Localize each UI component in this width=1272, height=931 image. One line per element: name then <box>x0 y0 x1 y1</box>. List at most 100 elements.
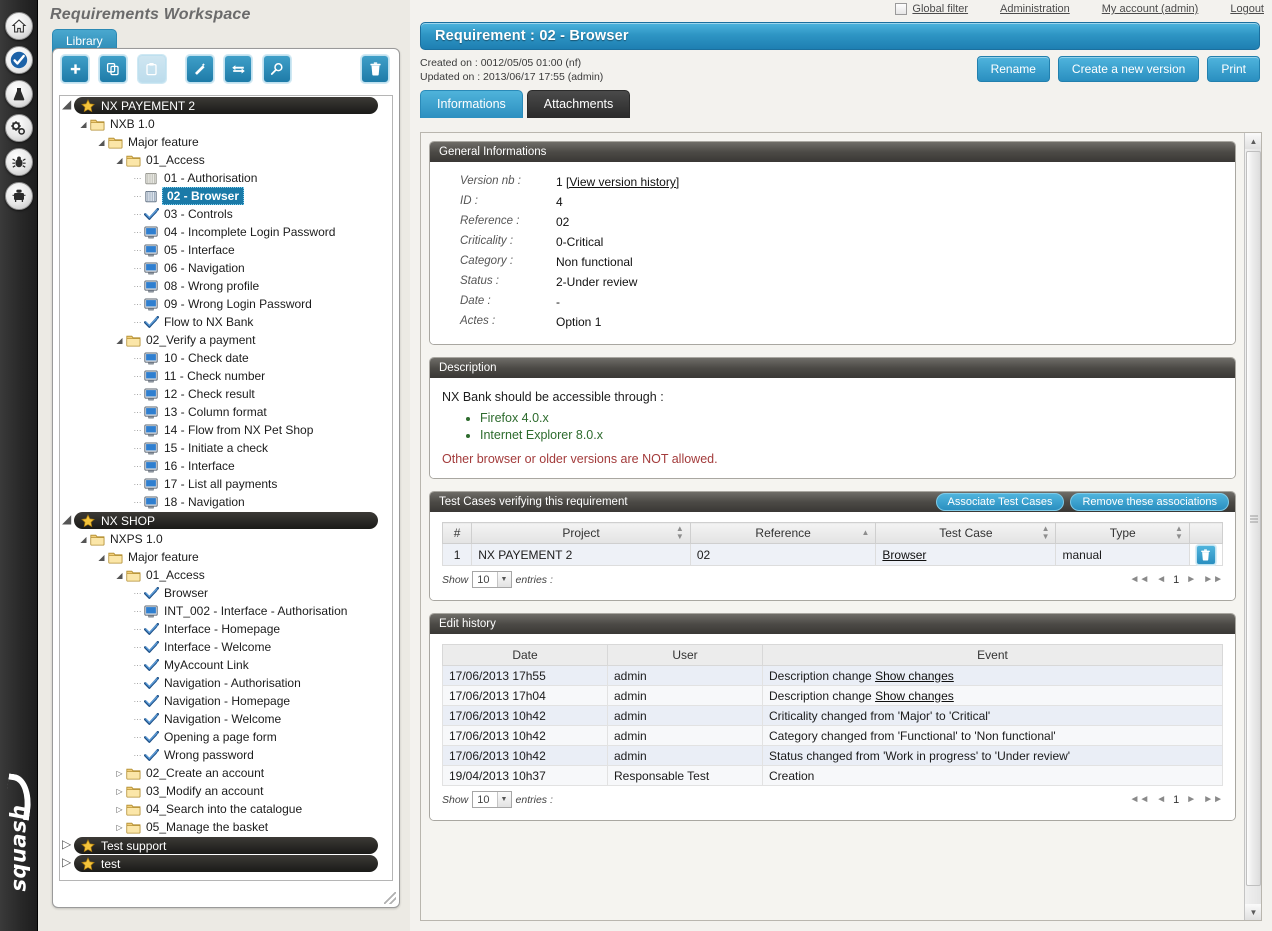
tree-requirement-node[interactable]: ⋯01 - Authorisation <box>60 169 392 187</box>
tree-resize-handle[interactable] <box>384 892 396 904</box>
tree-requirement-node[interactable]: ⋯02 - Browser <box>60 187 392 205</box>
paste-button[interactable] <box>138 55 166 83</box>
tree-node-label[interactable]: 06 - Navigation <box>162 261 247 275</box>
campaigns-icon[interactable] <box>5 114 33 142</box>
tree-expand-icon[interactable]: ▷ <box>114 764 125 782</box>
tree-folder-node[interactable]: ◢Major feature <box>60 548 392 566</box>
tree-node-label[interactable]: 13 - Column format <box>162 405 269 419</box>
tree-collapse-icon[interactable]: ◢ <box>114 331 125 349</box>
view-version-history-link[interactable]: [View version history] <box>566 175 679 189</box>
row-delete-button[interactable] <box>1196 545 1216 565</box>
tree-node-label[interactable]: Flow to NX Bank <box>162 315 255 329</box>
test-cases-column-header[interactable]: Project▲▼ <box>472 523 691 544</box>
tree-node-label[interactable]: Wrong password <box>162 748 256 762</box>
tree-node-label[interactable]: Major feature <box>126 135 201 149</box>
tree-collapse-icon[interactable]: ◢ <box>62 512 71 526</box>
administration-link[interactable]: Administration <box>1000 3 1070 15</box>
move-button[interactable] <box>224 55 252 83</box>
pager-first-icon[interactable]: ◄◄ <box>1129 794 1149 805</box>
tree-folder-node[interactable]: ▷05_Manage the basket <box>60 818 392 836</box>
tree-requirement-node[interactable]: ⋯11 - Check number <box>60 367 392 385</box>
tree-requirement-node[interactable]: ⋯04 - Incomplete Login Password <box>60 223 392 241</box>
tree-node-label[interactable]: MyAccount Link <box>162 658 251 672</box>
tree-node-label[interactable]: 03_Modify an account <box>144 784 265 798</box>
associate-test-cases-button[interactable]: Associate Test Cases <box>936 493 1065 511</box>
tree-requirement-node[interactable]: ⋯09 - Wrong Login Password <box>60 295 392 313</box>
show-changes-link[interactable]: Show changes <box>875 689 954 703</box>
tc-entries-select[interactable]: 10 ▼ <box>472 571 511 588</box>
tree-node-label[interactable]: Test support <box>99 839 168 853</box>
tree-node-label[interactable]: test <box>99 857 122 871</box>
eh-entries-select[interactable]: 10 ▼ <box>472 791 511 808</box>
tree-scroll-area[interactable]: ◢NX PAYEMENT 2◢NXB 1.0◢Major feature◢01_… <box>59 95 393 881</box>
add-button[interactable] <box>61 55 89 83</box>
pager-next-icon[interactable]: ► <box>1186 794 1196 805</box>
tree-requirement-node[interactable]: ⋯18 - Navigation <box>60 493 392 511</box>
tree-project-node[interactable]: NX SHOP <box>74 512 378 529</box>
tree-requirement-node[interactable]: ⋯Navigation - Authorisation <box>60 674 392 692</box>
tree-node-label[interactable]: Navigation - Authorisation <box>162 676 303 690</box>
tree-project-node[interactable]: NX PAYEMENT 2 <box>74 97 378 114</box>
tree-requirement-node[interactable]: ⋯03 - Controls <box>60 205 392 223</box>
test-cases-icon[interactable] <box>5 80 33 108</box>
tree-requirement-node[interactable]: ⋯13 - Column format <box>60 403 392 421</box>
tree-node-label[interactable]: 01_Access <box>144 153 207 167</box>
rename-requirement-button[interactable]: Rename <box>977 56 1050 82</box>
tree-node-label[interactable]: NX PAYEMENT 2 <box>99 99 197 113</box>
tree-requirement-node[interactable]: ⋯Opening a page form <box>60 728 392 746</box>
content-vertical-scrollbar[interactable]: ▲ ▼ <box>1244 133 1261 920</box>
tree-folder-node[interactable]: ▷04_Search into the catalogue <box>60 800 392 818</box>
tree-folder-node[interactable]: ▷ 02_Create an account <box>60 764 392 782</box>
pager-first-icon[interactable]: ◄◄ <box>1129 574 1149 585</box>
tree-requirement-node[interactable]: ⋯17 - List all payments <box>60 475 392 493</box>
tree-folder-node[interactable]: ◢02_Verify a payment <box>60 331 392 349</box>
my-account-link[interactable]: My account (admin) <box>1102 3 1199 15</box>
tree-collapse-icon[interactable]: ◢ <box>78 530 89 548</box>
scroll-up-arrow[interactable]: ▲ <box>1245 133 1262 149</box>
tree-node-label[interactable]: 04_Search into the catalogue <box>144 802 304 816</box>
scrollbar-thumb[interactable] <box>1246 151 1261 886</box>
tree-folder-node[interactable]: ◢ NXPS 1.0 <box>60 530 392 548</box>
pager-next-icon[interactable]: ► <box>1186 574 1196 585</box>
pager-page-number[interactable]: 1 <box>1173 574 1179 586</box>
tree-folder-node[interactable]: ◢Major feature <box>60 133 392 151</box>
table-row[interactable]: 1NX PAYEMENT 202Browsermanual <box>443 544 1223 566</box>
tree-node-label[interactable]: Browser <box>162 586 210 600</box>
tab-attachments[interactable]: Attachments <box>527 90 630 118</box>
tree-requirement-node[interactable]: ⋯08 - Wrong profile <box>60 277 392 295</box>
test-case-link[interactable]: Browser <box>882 548 926 562</box>
tree-requirement-node[interactable]: ⋯Wrong password <box>60 746 392 764</box>
create-new-version-button[interactable]: Create a new version <box>1058 56 1199 82</box>
tree-node-label[interactable]: 02_Create an account <box>144 766 266 780</box>
global-filter-checkbox[interactable] <box>895 3 907 15</box>
search-button[interactable] <box>263 55 291 83</box>
tree-node-label[interactable]: NXPS 1.0 <box>108 532 165 546</box>
tree-requirement-node[interactable]: ⋯Navigation - Welcome <box>60 710 392 728</box>
test-cases-column-header[interactable]: Type▲▼ <box>1056 523 1189 544</box>
tree-node-label[interactable]: 09 - Wrong Login Password <box>162 297 314 311</box>
tree-node-label[interactable]: NXB 1.0 <box>108 117 157 131</box>
requirements-icon[interactable] <box>5 46 33 74</box>
pager-prev-icon[interactable]: ◄ <box>1156 794 1166 805</box>
tree-project-node[interactable]: test <box>74 855 378 872</box>
tree-collapse-icon[interactable]: ◢ <box>96 548 107 566</box>
tree-node-label[interactable]: 03 - Controls <box>162 207 235 221</box>
tree-requirement-node[interactable]: ⋯Browser <box>60 584 392 602</box>
tree-requirement-node[interactable]: ⋯MyAccount Link <box>60 656 392 674</box>
tree-folder-node[interactable]: ◢01_Access <box>60 151 392 169</box>
logout-link[interactable]: Logout <box>1230 3 1264 15</box>
tree-requirement-node[interactable]: ⋯12 - Check result <box>60 385 392 403</box>
show-changes-link[interactable]: Show changes <box>875 669 954 683</box>
bugs-icon[interactable] <box>5 148 33 176</box>
tree-requirement-node[interactable]: ⋯06 - Navigation <box>60 259 392 277</box>
tree-node-label[interactable]: 16 - Interface <box>162 459 237 473</box>
tree-node-label[interactable]: 05_Manage the basket <box>144 820 270 834</box>
tree-node-label[interactable]: Interface - Welcome <box>162 640 273 654</box>
tree-requirement-node[interactable]: ⋯14 - Flow from NX Pet Shop <box>60 421 392 439</box>
tree-node-label[interactable]: Interface - Homepage <box>162 622 282 636</box>
tab-informations[interactable]: Informations <box>420 90 523 118</box>
test-cases-column-header[interactable]: Test Case▲▼ <box>876 523 1056 544</box>
test-cases-column-header[interactable]: Reference▲ <box>690 523 876 544</box>
tree-requirement-node[interactable]: ⋯15 - Initiate a check <box>60 439 392 457</box>
tree-node-label[interactable]: 04 - Incomplete Login Password <box>162 225 337 239</box>
